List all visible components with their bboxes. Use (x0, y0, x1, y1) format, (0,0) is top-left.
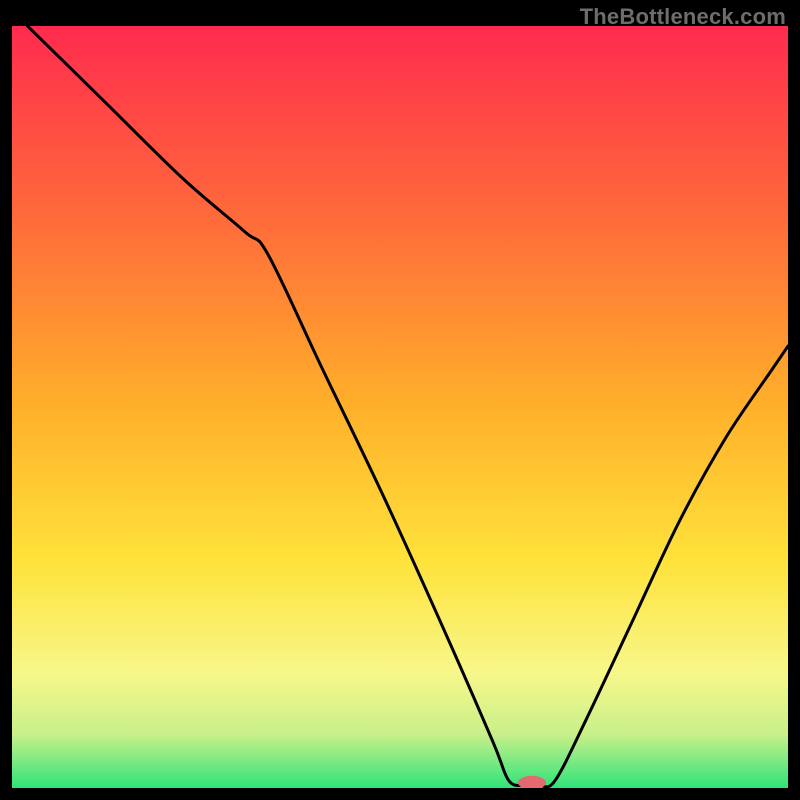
chart-svg (12, 26, 788, 788)
chart-plot (12, 26, 788, 788)
gradient-background (12, 26, 788, 788)
